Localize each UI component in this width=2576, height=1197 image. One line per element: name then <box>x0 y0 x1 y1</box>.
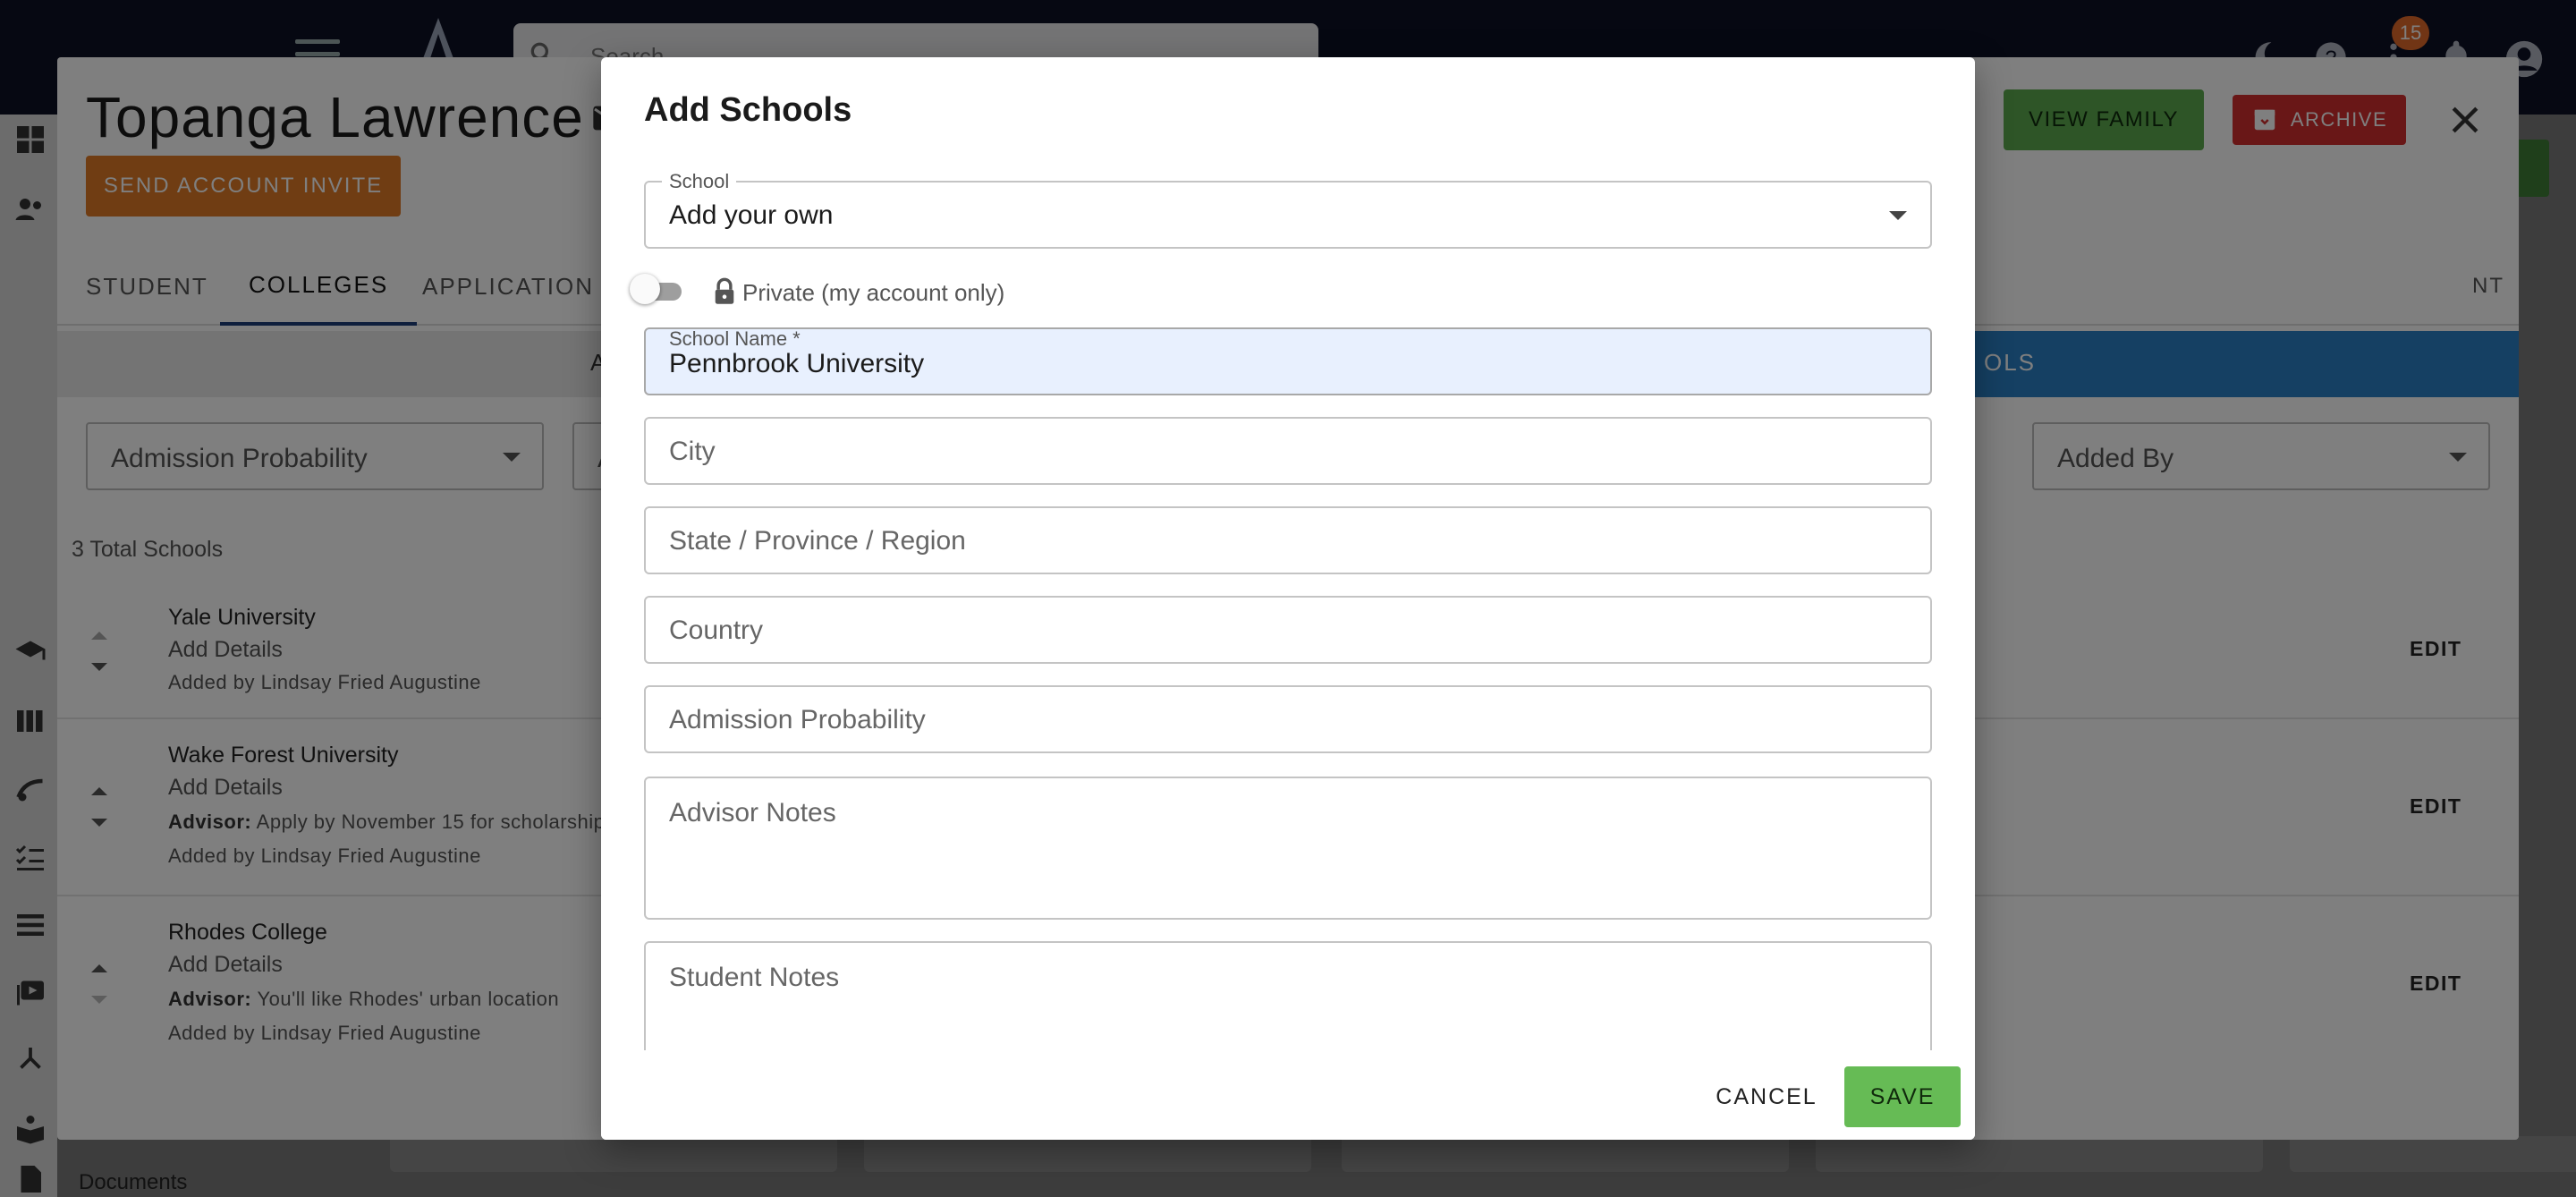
school-select-value: Add your own <box>669 200 834 230</box>
lock-icon <box>715 277 734 304</box>
dialog-title: Add Schools <box>644 91 852 129</box>
advisor-notes-field[interactable]: Advisor Notes <box>644 777 1932 920</box>
admission-probability-field[interactable]: Admission Probability <box>644 685 1932 753</box>
country-field[interactable]: Country <box>644 596 1932 664</box>
private-toggle-thumb[interactable] <box>630 274 660 304</box>
add-schools-dialog: Add Schools School Add your own Private … <box>601 57 1975 1140</box>
state-field[interactable]: State / Province / Region <box>644 506 1932 574</box>
school-name-field[interactable]: School Name * Pennbrook University <box>644 327 1932 395</box>
school-name-label: School Name * <box>669 327 801 350</box>
advisor-notes-placeholder: Advisor Notes <box>669 798 836 828</box>
country-placeholder: Country <box>669 615 764 645</box>
city-field[interactable]: City <box>644 417 1932 485</box>
private-toggle-label: Private (my account only) <box>742 279 1005 306</box>
state-placeholder: State / Province / Region <box>669 526 966 556</box>
city-placeholder: City <box>669 437 716 466</box>
school-name-value: Pennbrook University <box>669 349 925 378</box>
school-select[interactable]: School Add your own <box>644 170 1932 249</box>
student-notes-placeholder: Student Notes <box>669 963 840 992</box>
save-button[interactable]: SAVE <box>1844 1066 1961 1127</box>
school-select-label: School <box>662 170 737 193</box>
dialog-actions: CANCEL SAVE <box>601 1050 1975 1140</box>
private-toggle-row: Private (my account only) <box>630 272 1256 311</box>
admission-probability-placeholder: Admission Probability <box>669 705 926 734</box>
chevron-down-icon <box>1889 211 1907 220</box>
cancel-button[interactable]: CANCEL <box>1708 1066 1825 1127</box>
